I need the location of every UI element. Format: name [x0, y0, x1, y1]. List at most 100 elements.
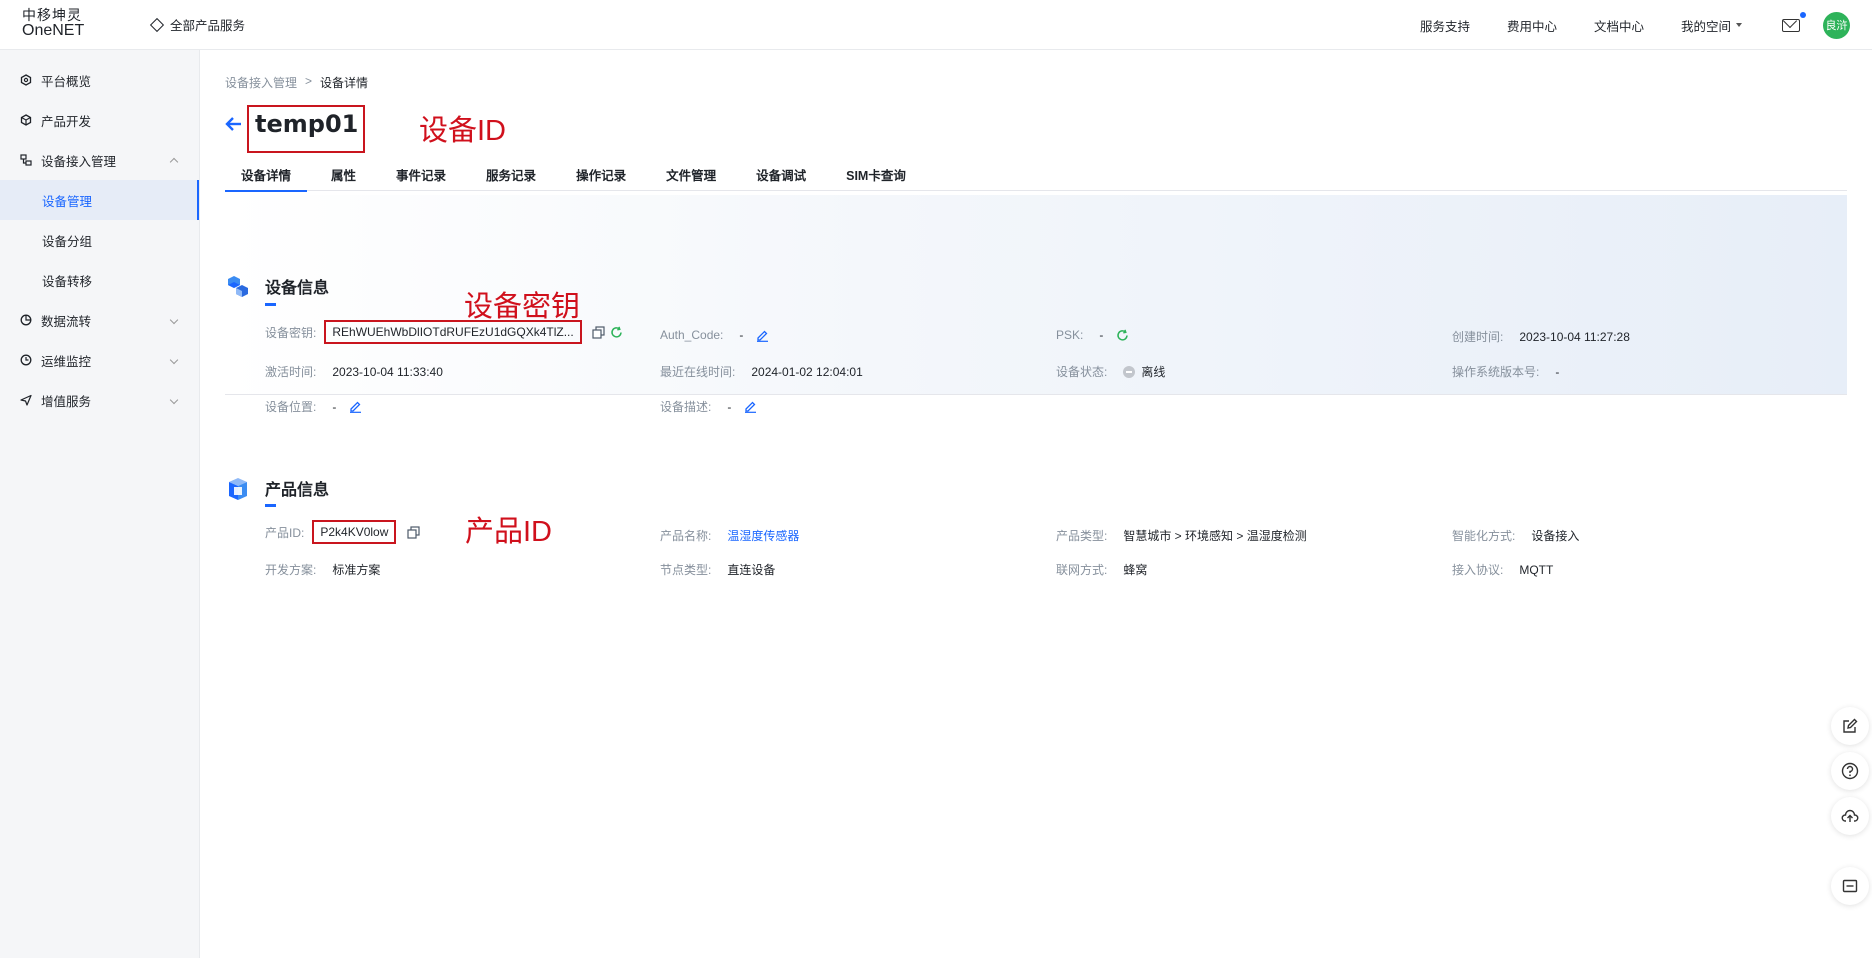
psk-label: PSK:: [1056, 328, 1084, 342]
field-product-type: 产品类型: 智慧城市 > 环境感知 > 温湿度检测: [1056, 527, 1307, 544]
psk-value: -: [1099, 328, 1104, 342]
help-button[interactable]: [1831, 752, 1869, 790]
device-status-label: 设备状态:: [1056, 365, 1108, 379]
network-mode-label: 联网方式:: [1056, 563, 1108, 577]
sidebar-item-platform-overview[interactable]: 平台概览: [0, 60, 199, 100]
send-icon: [20, 394, 32, 406]
nav-billing-center[interactable]: 费用中心: [1507, 16, 1557, 35]
activated-time-label: 激活时间:: [265, 365, 317, 379]
device-status-value: 离线: [1141, 365, 1166, 379]
sidebar-sub-device-transfer[interactable]: 设备转移: [0, 260, 199, 300]
copy-icon[interactable]: [592, 325, 606, 339]
onenet-logo[interactable]: 中移坤灵 OneNET: [0, 9, 110, 40]
smart-mode-value: 设备接入: [1531, 529, 1580, 543]
activated-time-value: 2023-10-04 11:33:40: [332, 364, 443, 379]
chevron-down-icon: [169, 395, 179, 405]
field-smart-mode: 智能化方式: 设备接入: [1452, 527, 1579, 544]
field-product-name: 产品名称: 温湿度传感器: [660, 527, 799, 544]
dev-plan-label: 开发方案:: [265, 563, 317, 577]
top-bar: 中移坤灵 OneNET 全部产品服务 服务支持 费用中心 文档中心 我的空间 良…: [0, 0, 1872, 50]
pie-chart-icon: [20, 314, 32, 326]
my-space-menu[interactable]: 我的空间: [1681, 16, 1742, 35]
product-name-label: 产品名称:: [660, 529, 712, 543]
offline-status-icon: [1123, 365, 1136, 378]
os-version-value: -: [1555, 364, 1560, 379]
field-dev-plan: 开发方案: 标准方案: [265, 561, 380, 578]
copy-icon[interactable]: [406, 525, 420, 539]
sidebar-sub-device-group[interactable]: 设备分组: [0, 220, 199, 260]
sidebar-item-device-access[interactable]: 设备接入管理: [0, 140, 199, 180]
hexagon-icon: [20, 74, 32, 86]
user-avatar[interactable]: 良浒: [1823, 11, 1850, 39]
feedback-edit-button[interactable]: [1831, 707, 1869, 745]
device-info-title: 设备信息: [265, 280, 330, 297]
nav-service-support[interactable]: 服务支持: [1420, 16, 1470, 35]
product-name-link[interactable]: 温湿度传感器: [727, 527, 799, 544]
field-access-protocol: 接入协议: MQTT: [1452, 561, 1553, 578]
edit-icon[interactable]: [755, 328, 769, 342]
annotation-device-key: 设备密钥: [464, 291, 581, 323]
back-arrow-icon[interactable]: [224, 114, 244, 134]
sidebar-item-product-dev[interactable]: 产品开发: [0, 100, 199, 140]
breadcrumb-parent[interactable]: 设备接入管理: [225, 74, 297, 91]
tab-service-records[interactable]: 服务记录: [470, 158, 552, 191]
refresh-icon[interactable]: [1115, 328, 1129, 342]
all-products-menu[interactable]: 全部产品服务: [149, 15, 246, 34]
tab-device-debug[interactable]: 设备调试: [740, 158, 822, 191]
tab-operation-records[interactable]: 操作记录: [560, 158, 642, 191]
logo-cn: 中移坤灵: [22, 7, 82, 24]
access-protocol-label: 接入协议:: [1452, 563, 1504, 577]
breadcrumb: 设备接入管理 > 设备详情: [225, 74, 368, 91]
chevron-up-icon: [169, 157, 179, 167]
tab-bar: 设备详情 属性 事件记录 服务记录 操作记录 文件管理 设备调试 SIM卡查询: [225, 158, 1847, 192]
sidebar-item-label: 数据流转: [41, 314, 92, 329]
chevron-down-icon: [169, 315, 179, 325]
sidebar-item-data-flow[interactable]: 数据流转: [0, 300, 199, 340]
tab-event-records[interactable]: 事件记录: [380, 158, 462, 191]
tab-sim-query[interactable]: SIM卡查询: [830, 158, 922, 191]
clock-icon: [20, 354, 32, 366]
annotation-product-id: 产品ID: [465, 516, 553, 548]
product-type-label: 产品类型:: [1056, 529, 1108, 543]
tab-properties[interactable]: 属性: [315, 158, 372, 191]
device-cubes-icon: [228, 276, 248, 297]
section-accent-bar: [265, 303, 276, 306]
diamond-icon: [149, 17, 165, 32]
breadcrumb-separator: >: [305, 74, 313, 88]
cube-icon: [20, 114, 32, 126]
smart-mode-label: 智能化方式:: [1452, 529, 1516, 543]
last-online-label: 最近在线时间:: [660, 365, 736, 379]
device-tree-icon: [20, 154, 32, 166]
product-info-section: 产品信息 产品ID: P2k4KV0low 产品ID 产品名称: 温湿度传感器 …: [225, 396, 1847, 577]
notification-dot: [1800, 11, 1806, 18]
product-id-label: 产品ID:: [265, 525, 305, 540]
sidebar: 平台概览 产品开发 设备接入管理 设备管理 设备分组 设备转移 数据流转 运维监…: [0, 50, 200, 958]
logo-en: OneNET: [22, 22, 85, 40]
nav-docs-center[interactable]: 文档中心: [1594, 16, 1644, 35]
sidebar-item-value-added[interactable]: 增值服务: [0, 380, 199, 420]
field-device-status: 设备状态: 离线: [1056, 363, 1165, 380]
sidebar-item-label: 平台概览: [41, 74, 92, 89]
sidebar-sub-device-management[interactable]: 设备管理: [0, 180, 199, 220]
collapse-panel-button[interactable]: [1831, 867, 1869, 905]
sidebar-item-ops-monitor[interactable]: 运维监控: [0, 340, 199, 380]
field-os-version: 操作系统版本号: -: [1452, 363, 1559, 380]
field-product-id: 产品ID: P2k4KV0low: [265, 520, 420, 544]
refresh-icon[interactable]: [610, 325, 624, 339]
mail-icon[interactable]: [1782, 11, 1806, 32]
caret-down-icon: [1736, 23, 1742, 27]
main-content: 设备接入管理 > 设备详情 temp01 设备ID 设备详情 属性 事件记录 服…: [200, 50, 1872, 958]
product-id-value: P2k4KV0low: [312, 520, 397, 544]
tab-file-management[interactable]: 文件管理: [650, 158, 732, 191]
device-info-section: 设备信息 设备密钥 设备密钥: REhWUEhWbDlIOTdRUFEzU1dG…: [225, 195, 1847, 414]
field-device-key: 设备密钥: REhWUEhWbDlIOTdRUFEzU1dGQXk4TlZ...: [265, 320, 624, 344]
cloud-upload-button[interactable]: [1831, 797, 1869, 835]
last-online-value: 2024-01-02 12:04:01: [751, 364, 863, 379]
sidebar-item-label: 产品开发: [41, 114, 92, 129]
tab-device-details[interactable]: 设备详情: [225, 158, 308, 192]
created-time-label: 创建时间:: [1452, 330, 1504, 344]
device-key-label: 设备密钥:: [265, 325, 317, 340]
product-type-value: 智慧城市 > 环境感知 > 温湿度检测: [1123, 529, 1307, 543]
all-products-label: 全部产品服务: [170, 19, 246, 33]
node-type-value: 直连设备: [727, 563, 776, 577]
